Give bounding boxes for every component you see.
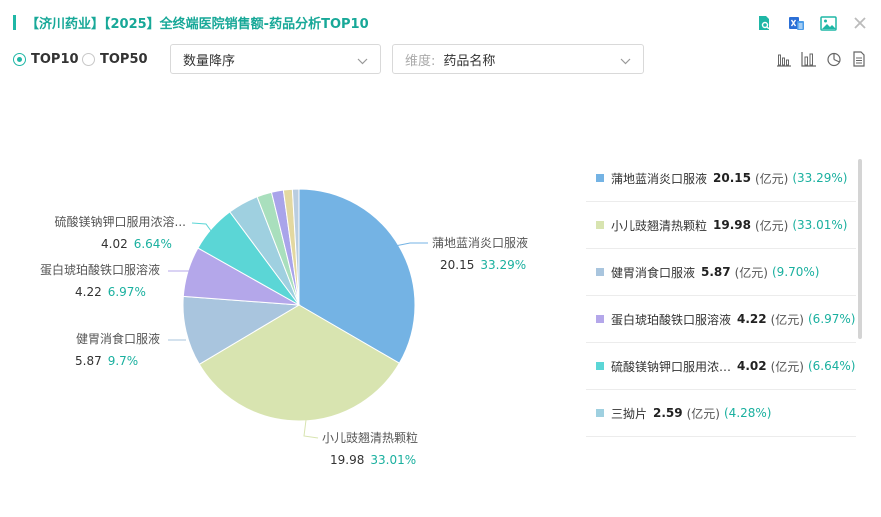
slice-label-value: 4.02 6.64%	[101, 237, 172, 251]
slice-label-value: 5.87 9.7%	[75, 354, 138, 368]
legend-item[interactable]: 蛋白琥珀酸铁口服溶液 4.22 (亿元) (6.97%)	[586, 296, 856, 343]
legend-swatch	[596, 409, 604, 417]
search-report-icon[interactable]	[755, 14, 773, 32]
label-leader-line	[303, 419, 319, 439]
legend-item[interactable]: 健胃消食口服液 5.87 (亿元) (9.70%)	[586, 249, 856, 296]
page-title: 【济川药业】【2025】全终端医院销售额-药品分析TOP10	[26, 17, 369, 32]
legend-swatch	[596, 268, 604, 276]
legend-percent: (33.29%)	[792, 171, 848, 185]
controls-row: TOP10 TOP50 数量降序 维度: 药品名称	[0, 44, 881, 76]
slice-label-name: 健胃消食口服液	[76, 331, 160, 346]
sort-select[interactable]: 数量降序	[170, 44, 381, 74]
legend-percent: (33.01%)	[792, 218, 848, 232]
chevron-down-icon	[357, 54, 368, 69]
slice-label-name: 蒲地蓝消炎口服液	[432, 235, 528, 250]
excel-export-icon[interactable]	[787, 14, 805, 32]
legend-unit: (亿元)	[770, 359, 804, 374]
radio-top50[interactable]: TOP50	[82, 52, 148, 67]
radio-top50-dot[interactable]	[82, 53, 95, 66]
slice-label-name: 硫酸镁钠钾口服用浓溶...	[55, 214, 186, 229]
legend-item[interactable]: 蒲地蓝消炎口服液 20.15 (亿元) (33.29%)	[586, 155, 856, 202]
bar-chart-icon[interactable]	[776, 51, 792, 67]
legend-item[interactable]: 硫酸镁钠钾口服用浓… 4.02 (亿元) (6.64%)	[586, 343, 856, 390]
legend-name: 蒲地蓝消炎口服液	[611, 171, 708, 186]
slice-label-name: 小儿豉翘清热颗粒	[322, 430, 418, 445]
legend-value: 4.02	[737, 359, 767, 373]
toolbar	[755, 12, 869, 34]
chevron-down-icon	[620, 54, 631, 69]
legend-value: 20.15	[713, 171, 751, 185]
legend-unit: (亿元)	[734, 265, 768, 280]
radio-top10-dot[interactable]	[13, 53, 26, 66]
slice-label-value: 20.15 33.29%	[440, 258, 526, 272]
pie-chart: 蒲地蓝消炎口服液 20.15 33.29% 小儿豉翘清热颗粒 19.98 33.01% 健胃…	[40, 188, 528, 467]
legend-unit: (亿元)	[686, 406, 720, 421]
legend-name: 蛋白琥珀酸铁口服溶液	[611, 312, 732, 327]
legend-name: 健胃消食口服液	[611, 265, 696, 280]
legend-name: 三拗片	[611, 406, 648, 421]
legend-name: 小儿豉翘清热颗粒	[611, 218, 708, 233]
legend-item[interactable]: 小儿豉翘清热颗粒 19.98 (亿元) (33.01%)	[586, 202, 856, 249]
close-icon[interactable]	[851, 14, 869, 32]
radio-top10[interactable]: TOP10	[13, 52, 79, 67]
legend-unit: (亿元)	[754, 218, 789, 233]
legend-scrollbar[interactable]	[858, 159, 862, 339]
legend-unit: (亿元)	[754, 171, 789, 186]
sort-select-value: 数量降序	[183, 53, 236, 69]
slice-label-value: 19.98 33.01%	[330, 453, 416, 467]
legend-percent: (9.70%)	[772, 265, 820, 279]
view-switcher	[776, 51, 867, 67]
slice-label-value: 4.22 6.97%	[75, 285, 146, 299]
dimension-select-value: 药品名称	[443, 53, 496, 69]
legend-percent: (6.64%)	[807, 359, 856, 373]
pie-chart-icon[interactable]	[826, 51, 842, 67]
title-bar: 【济川药业】【2025】全终端医院销售额-药品分析TOP10	[0, 0, 881, 44]
column-chart-icon[interactable]	[801, 51, 817, 67]
legend-item[interactable]: 三拗片 2.59 (亿元) (4.28%)	[586, 390, 856, 437]
radio-top50-label: TOP50	[100, 52, 148, 67]
legend-value: 4.22	[737, 312, 767, 326]
legend-value: 2.59	[653, 406, 683, 420]
table-view-icon[interactable]	[851, 51, 867, 67]
image-export-icon[interactable]	[819, 14, 837, 32]
legend-swatch	[596, 174, 604, 182]
radio-top10-label: TOP10	[31, 52, 79, 67]
legend-swatch	[596, 221, 604, 229]
legend-name: 硫酸镁钠钾口服用浓…	[611, 359, 731, 374]
legend-percent: (4.28%)	[724, 406, 772, 420]
title-accent-bar	[13, 15, 16, 30]
legend-value: 19.98	[713, 218, 751, 232]
dimension-select[interactable]: 维度: 药品名称	[392, 44, 644, 74]
legend-value: 5.87	[701, 265, 731, 279]
legend-percent: (6.97%)	[808, 312, 856, 326]
legend-swatch	[596, 362, 604, 370]
legend-swatch	[596, 315, 604, 323]
legend-unit: (亿元)	[770, 312, 804, 327]
legend: 蒲地蓝消炎口服液 20.15 (亿元) (33.29%) 小儿豉翘清热颗粒 19.98 (亿…	[586, 155, 870, 440]
slice-label-name: 蛋白琥珀酸铁口服溶液	[40, 262, 160, 277]
dimension-prefix: 维度:	[405, 53, 436, 69]
